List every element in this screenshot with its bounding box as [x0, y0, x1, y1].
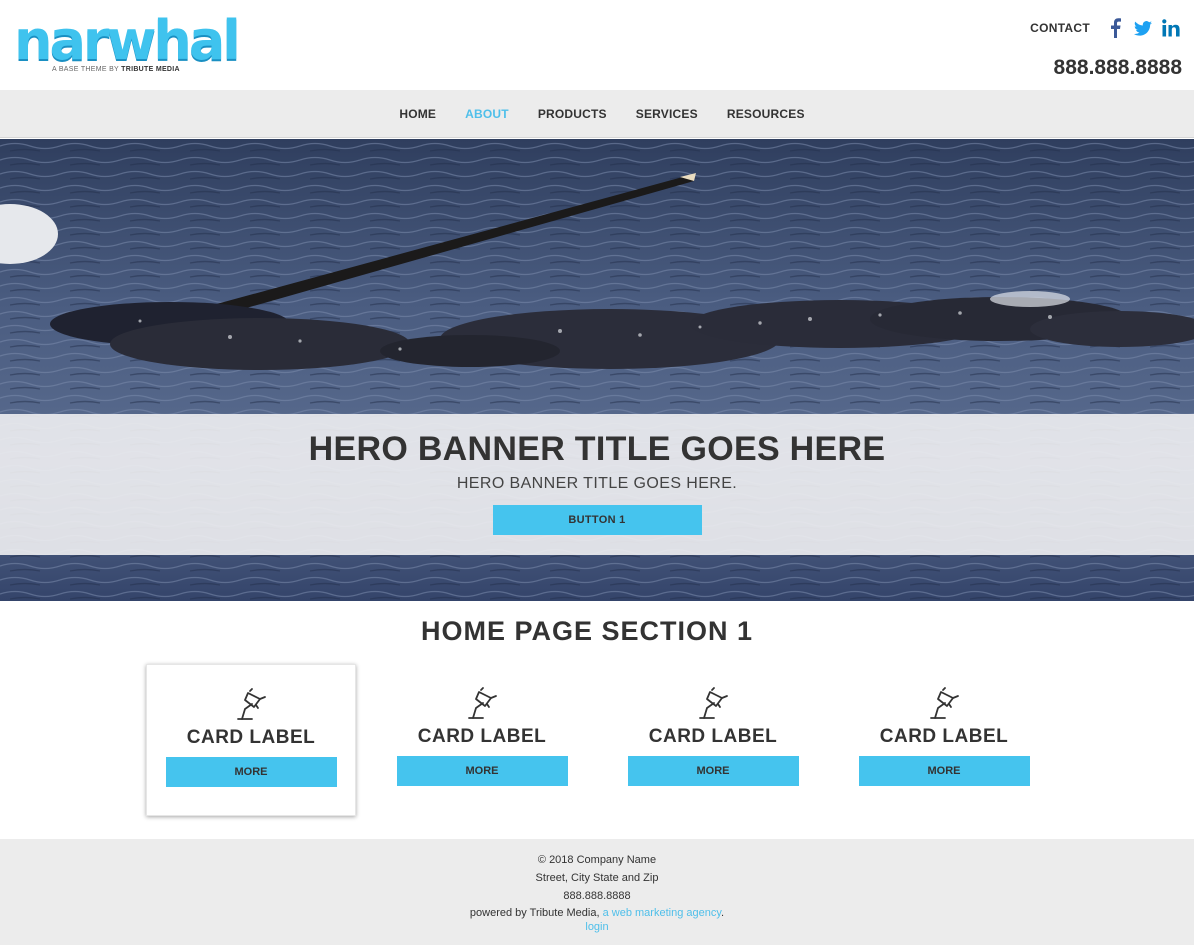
nav-item-products[interactable]: PRODUCTS: [538, 107, 607, 121]
card-label: CARD LABEL: [648, 726, 778, 747]
nav-item-home[interactable]: HOME: [399, 107, 436, 121]
hero-banner: HERO BANNER TITLE GOES HERE HERO BANNER …: [0, 139, 1194, 601]
contact-link[interactable]: CONTACT: [1030, 21, 1090, 35]
footer-copyright: © 2018 Company Name: [537, 854, 657, 866]
card-more-button[interactable]: MORE: [396, 756, 568, 786]
card-1[interactable]: CARD LABEL MORE: [146, 664, 356, 816]
main-nav: HOME ABOUT PRODUCTS SERVICES RESOURCES: [0, 90, 1194, 138]
login-link[interactable]: login: [585, 921, 608, 933]
card-2[interactable]: CARD LABEL MORE: [377, 664, 587, 816]
header-utility: CONTACT: [1030, 18, 1180, 38]
hero-button-1[interactable]: BUTTON 1: [492, 505, 702, 535]
site-footer: © 2018 Company Name Street, City State a…: [0, 839, 1194, 945]
nav-item-resources[interactable]: RESOURCES: [727, 107, 805, 121]
hero-title: HERO BANNER TITLE GOES HERE: [308, 430, 886, 468]
card-4[interactable]: CARD LABEL MORE: [839, 664, 1049, 816]
desk-lamp-icon: [699, 687, 728, 719]
powered-by-text: powered by Tribute Media,: [469, 907, 600, 919]
logo-wordmark: narwhal: [14, 9, 241, 72]
desk-lamp-icon: [237, 688, 266, 720]
hero-overlay: HERO BANNER TITLE GOES HERE HERO BANNER …: [0, 414, 1194, 555]
card-more-button[interactable]: MORE: [165, 757, 337, 787]
hero-subtitle: HERO BANNER TITLE GOES HERE.: [456, 475, 738, 492]
nav-item-services[interactable]: SERVICES: [636, 107, 698, 121]
card-3[interactable]: CARD LABEL MORE: [608, 664, 818, 816]
section-title: HOME PAGE SECTION 1: [420, 616, 754, 646]
card-more-button[interactable]: MORE: [627, 756, 799, 786]
linkedin-icon[interactable]: [1162, 18, 1180, 38]
footer-address: Street, City State and Zip: [535, 872, 659, 884]
card-grid: CARD LABEL MORE CARD LABEL MORE CARD LAB…: [146, 664, 1046, 816]
desk-lamp-icon: [468, 687, 497, 719]
card-label: CARD LABEL: [417, 726, 547, 747]
footer-powered-by: powered by Tribute Media, a web marketin…: [0, 906, 1194, 920]
agency-link[interactable]: a web marketing agency: [603, 907, 721, 919]
nav-item-about[interactable]: ABOUT: [465, 107, 509, 121]
header-phone[interactable]: 888.888.8888: [1054, 56, 1182, 80]
footer-phone: 888.888.8888: [563, 890, 631, 902]
card-more-button[interactable]: MORE: [858, 756, 1030, 786]
twitter-icon[interactable]: [1134, 18, 1152, 38]
logo-tagline: A BASE THEME BY TRIBUTE MEDIA: [52, 66, 180, 73]
logo[interactable]: narwhal A BASE THEME BY TRIBUTE MEDIA: [14, 9, 241, 78]
card-label: CARD LABEL: [186, 727, 316, 748]
site-header: narwhal A BASE THEME BY TRIBUTE MEDIA CO…: [0, 0, 1194, 90]
desk-lamp-icon: [930, 687, 959, 719]
facebook-icon[interactable]: [1106, 18, 1124, 38]
powered-by-suffix: .: [721, 907, 725, 919]
card-label: CARD LABEL: [879, 726, 1009, 747]
